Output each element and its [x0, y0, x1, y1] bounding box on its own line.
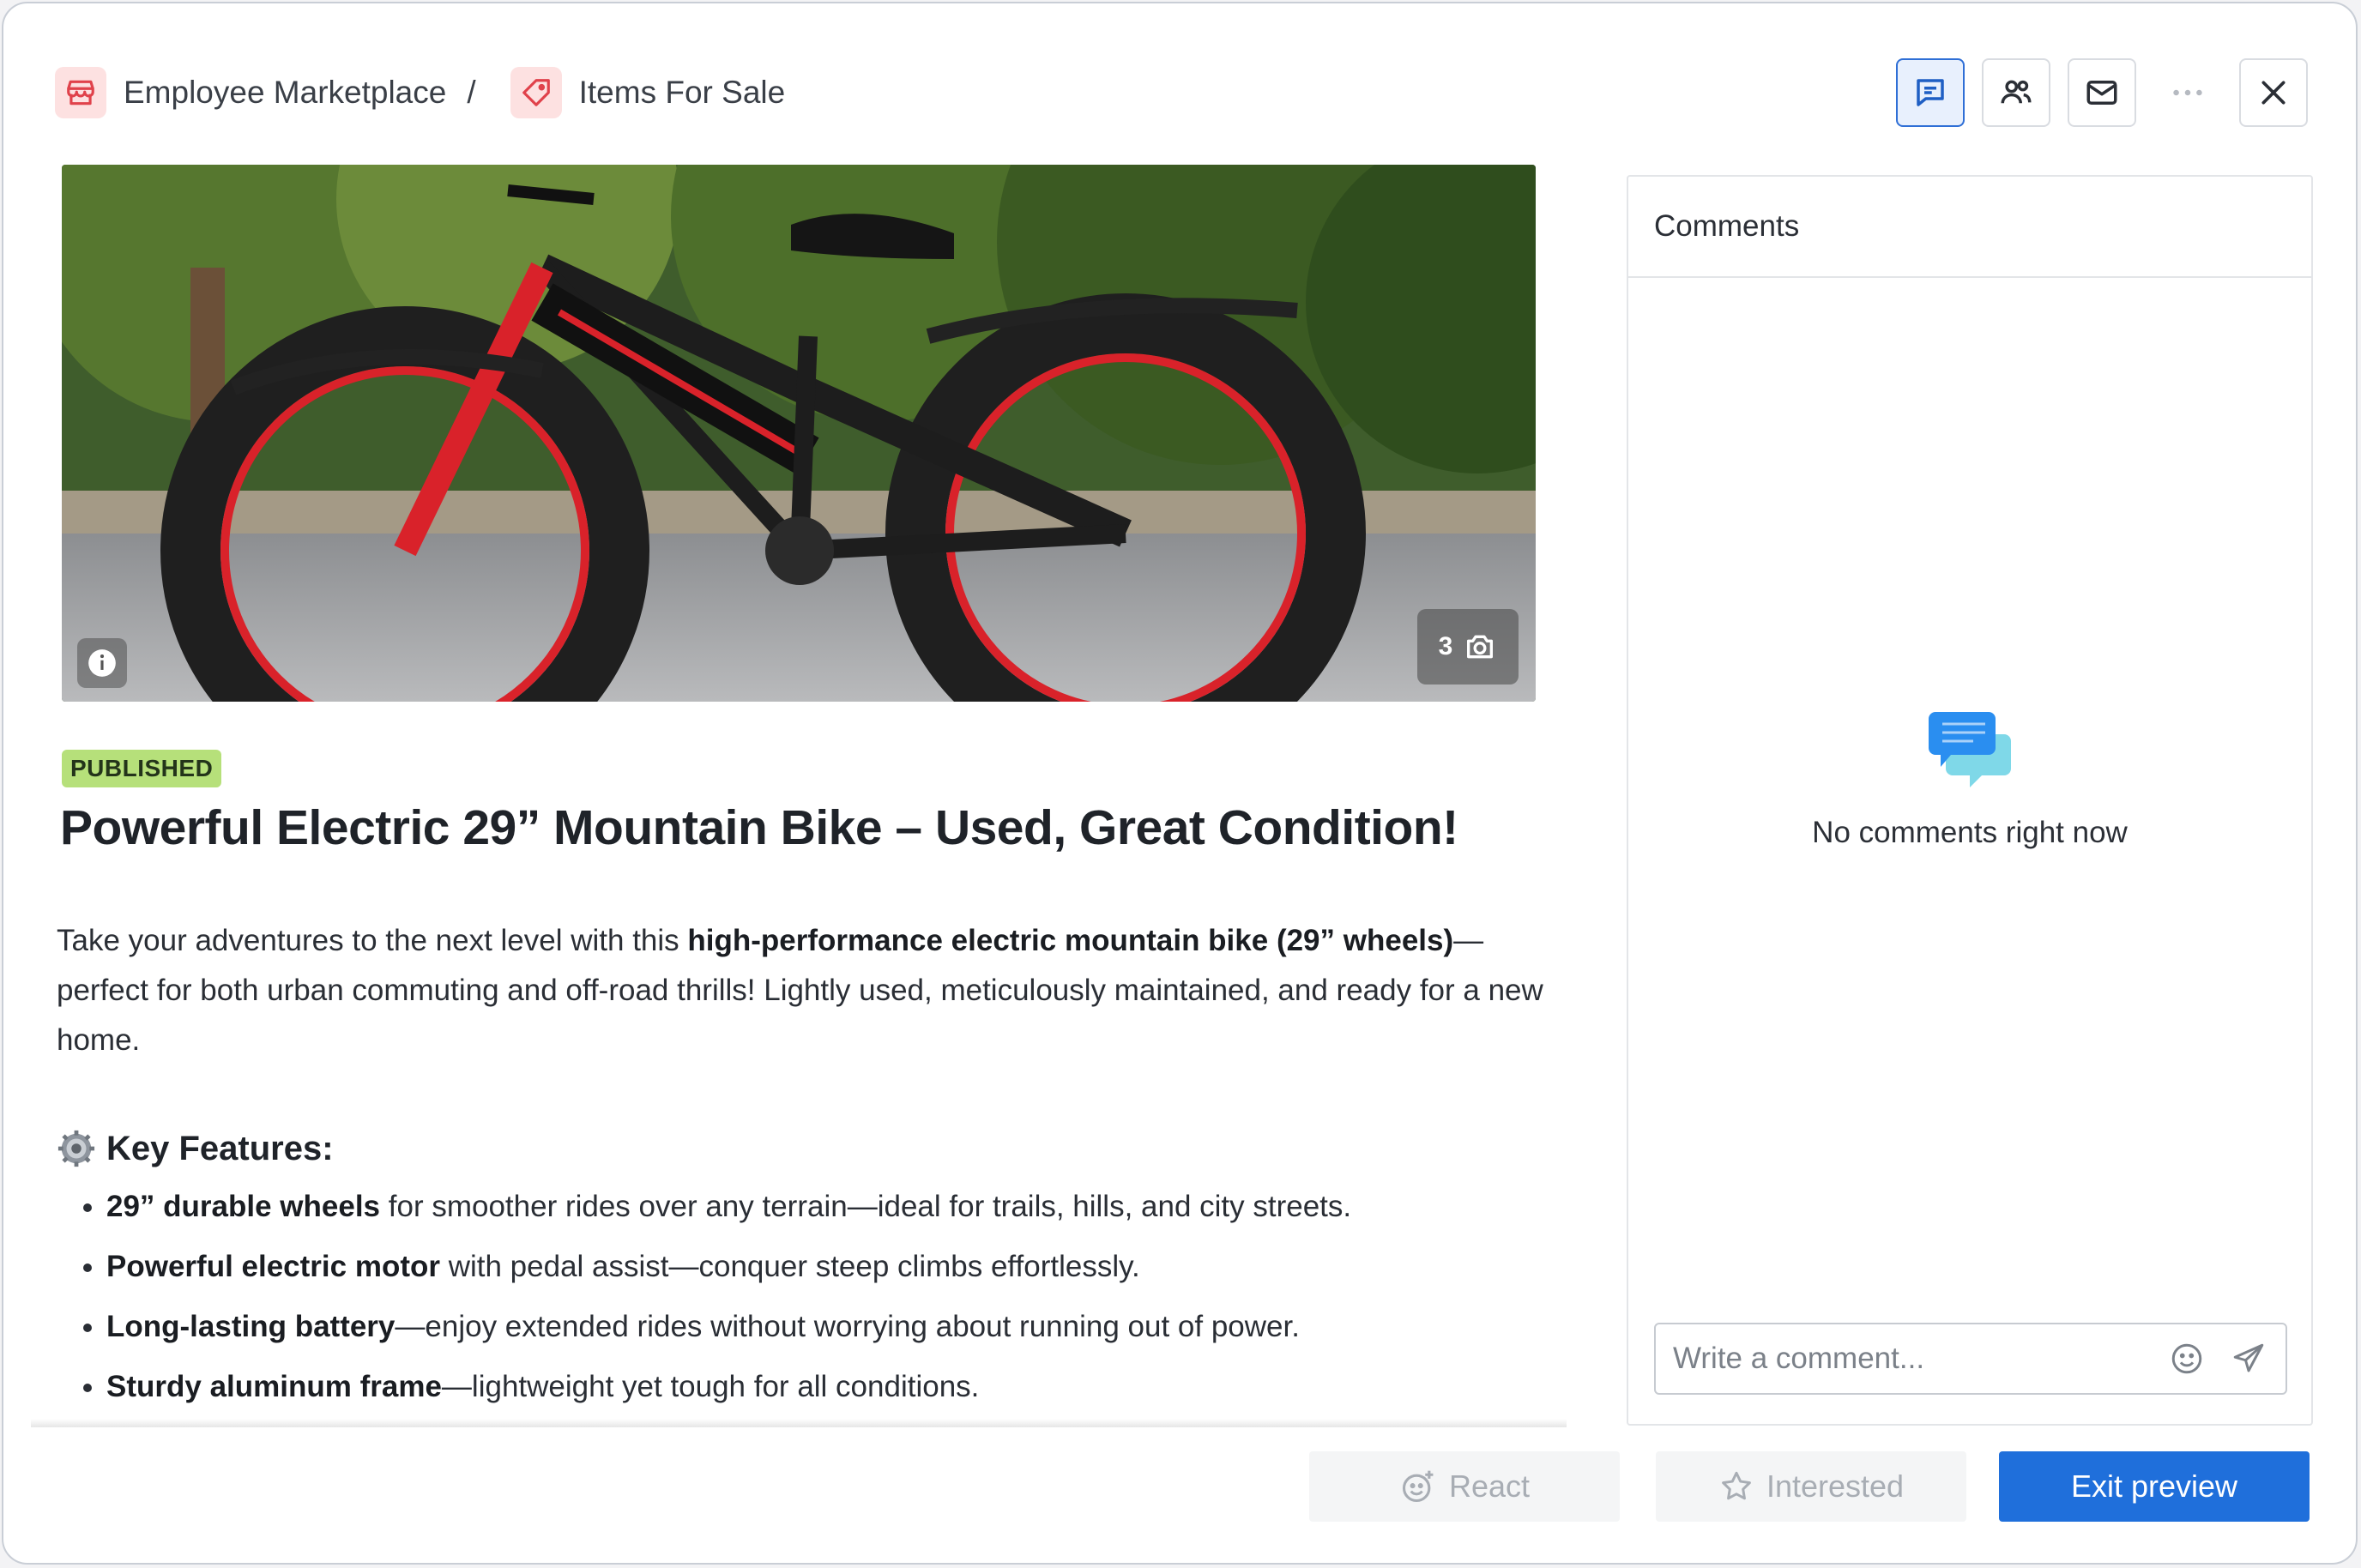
photo-count-button[interactable]: 3 — [1417, 609, 1519, 684]
description-highlight: high-performance electric mountain bike … — [687, 924, 1454, 957]
scroll-fade — [31, 1419, 1567, 1427]
features-heading-text: Key Features: — [106, 1129, 334, 1167]
react-button[interactable]: React — [1309, 1451, 1620, 1522]
key-features-heading: Key Features: — [57, 1129, 334, 1168]
comments-empty-state: No comments right now — [1628, 709, 2311, 850]
features-list: 29” durable wheels for smoother rides ov… — [57, 1177, 1567, 1417]
list-item: Powerful electric motor with pedal assis… — [106, 1237, 1567, 1297]
people-icon — [2001, 80, 2032, 104]
react-label: React — [1448, 1468, 1531, 1504]
breadcrumb: Employee Marketplace / Items For Sale — [55, 67, 785, 118]
more-icon — [2173, 89, 2202, 96]
feature-text: —lightweight yet tough for all condition… — [441, 1370, 980, 1403]
star-icon — [1722, 1471, 1751, 1500]
gear-icon — [57, 1130, 95, 1167]
tag-icon — [510, 67, 562, 118]
comments-panel: Comments No comments right now — [1627, 175, 2313, 1426]
breadcrumb-item-items-for-sale[interactable]: Items For Sale — [579, 75, 786, 111]
smiley-icon — [2171, 1343, 2202, 1374]
camera-icon — [1467, 635, 1494, 659]
comments-title: Comments — [1654, 209, 1800, 243]
comments-toggle-button[interactable] — [1896, 58, 1965, 127]
photo-count: 3 — [1438, 632, 1453, 660]
list-item: Sturdy aluminum frame—lightweight yet to… — [106, 1357, 1567, 1417]
feature-name: Long-lasting battery — [106, 1310, 396, 1343]
email-button[interactable] — [2068, 58, 2136, 127]
chat-bubbles-icon — [1929, 712, 2011, 787]
breadcrumb-separator: / — [467, 75, 476, 110]
exit-preview-label: Exit preview — [2070, 1468, 2238, 1504]
feature-name: Powerful electric motor — [106, 1250, 440, 1283]
description-intro: Take your adventures to the next level w… — [57, 924, 688, 957]
interested-label: Interested — [1766, 1468, 1905, 1504]
feature-name: Sturdy aluminum frame — [106, 1370, 442, 1403]
emoji-button[interactable] — [2162, 1334, 2212, 1384]
listing-description: Take your adventures to the next level w… — [57, 916, 1567, 1065]
listing-title: Powerful Electric 29” Mountain Bike – Us… — [60, 800, 1458, 855]
info-icon — [88, 649, 116, 677]
react-smiley-icon — [1402, 1470, 1434, 1503]
comment-input[interactable] — [1656, 1341, 2162, 1377]
bike-photo-illustration — [62, 165, 1536, 702]
close-button[interactable] — [2239, 58, 2308, 127]
header-toolbar — [1896, 58, 2308, 127]
comment-composer — [1654, 1323, 2287, 1395]
breadcrumb-item-employee-marketplace[interactable]: Employee Marketplace — [124, 75, 446, 111]
list-item: 29” durable wheels for smoother rides ov… — [106, 1177, 1567, 1237]
listing-photo[interactable]: 3 — [62, 165, 1536, 702]
empty-comments-text: No comments right now — [1812, 816, 2128, 849]
preview-modal: Employee Marketplace / Items For Sale 3 … — [2, 2, 2358, 1565]
send-icon — [2233, 1343, 2264, 1372]
feature-text: with pedal assist—conquer steep climbs e… — [439, 1250, 1140, 1283]
feature-text: —enjoy extended rides without worrying a… — [395, 1310, 1300, 1343]
list-item: Long-lasting battery—enjoy extended ride… — [106, 1297, 1567, 1357]
store-icon — [55, 67, 106, 118]
send-comment-button[interactable] — [2224, 1334, 2273, 1384]
mail-icon — [2086, 81, 2117, 105]
feature-text: for smoother rides over any terrain—idea… — [380, 1190, 1352, 1223]
exit-preview-button[interactable]: Exit preview — [1999, 1451, 2310, 1522]
interested-button[interactable]: Interested — [1656, 1451, 1966, 1522]
status-badge: PUBLISHED — [62, 750, 222, 787]
listing-content: 3 PUBLISHED Powerful Electric 29” Mounta… — [31, 165, 1567, 1427]
followers-button[interactable] — [1982, 58, 2050, 127]
comments-icon — [1917, 79, 1944, 106]
feature-name: 29” durable wheels — [106, 1190, 381, 1223]
comments-header: Comments — [1628, 177, 2311, 278]
close-icon — [2261, 81, 2286, 105]
more-options-button[interactable] — [2153, 58, 2222, 127]
photo-info-button[interactable] — [77, 638, 127, 688]
